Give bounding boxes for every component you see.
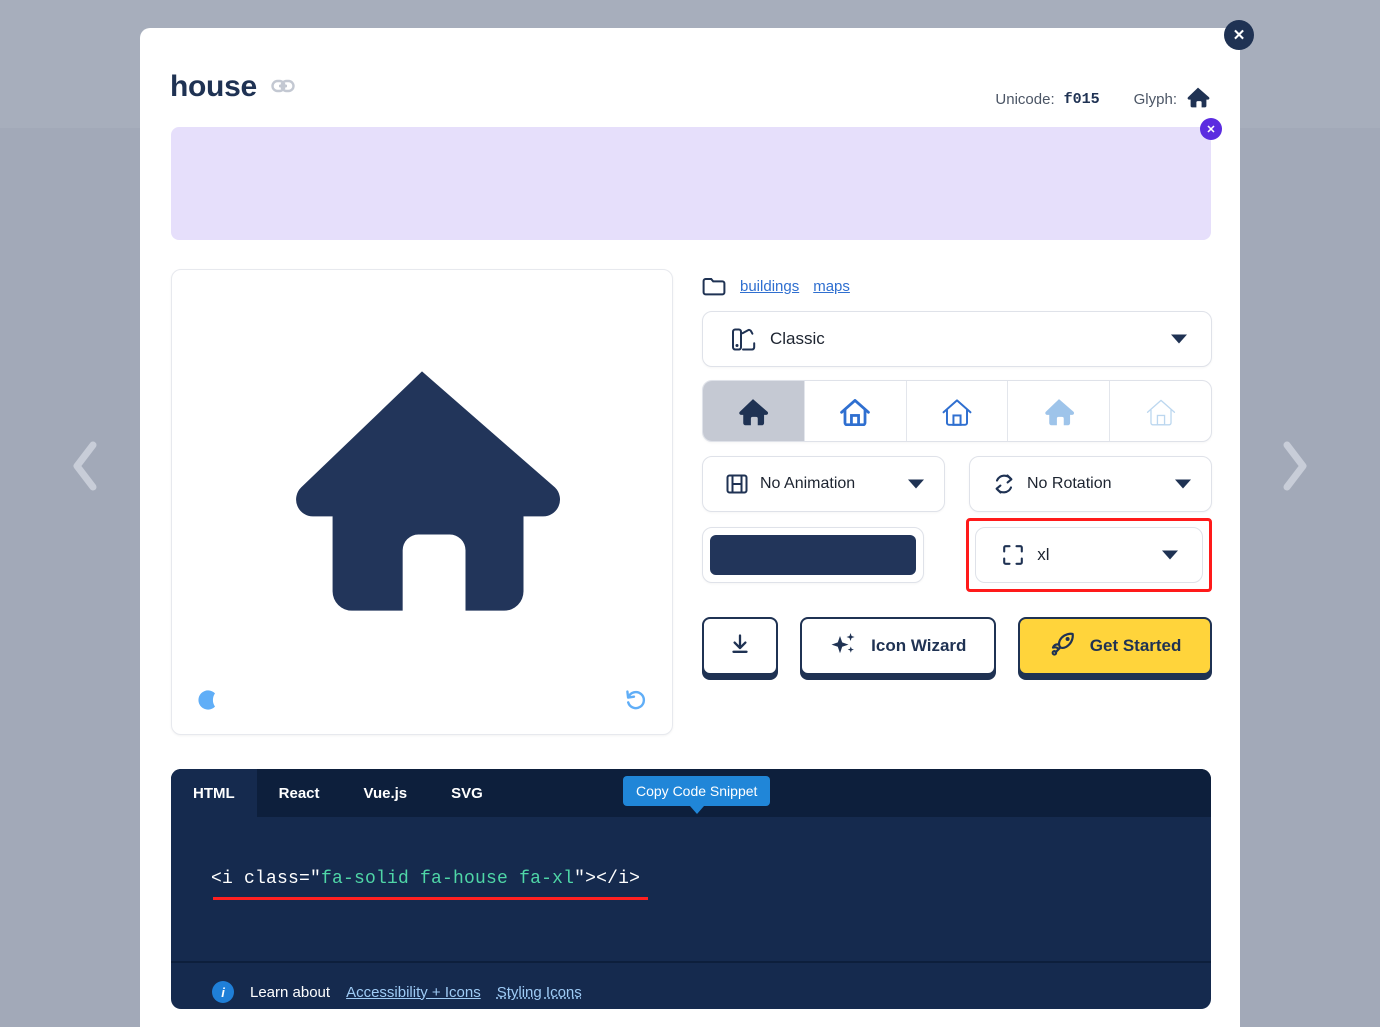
unicode-label: Unicode: — [995, 90, 1055, 108]
next-icon-button[interactable] — [1272, 430, 1316, 502]
close-icon: ✕ — [1206, 123, 1216, 136]
film-icon — [725, 472, 749, 496]
category-link-buildings[interactable]: buildings — [740, 278, 799, 295]
code-prefix: <i class=" — [211, 869, 322, 889]
rotation-value: No Rotation — [1027, 475, 1112, 492]
rocket-icon — [1049, 630, 1077, 663]
icon-detail-modal: house Unicode: f015 Glyph: ✕ buildings m… — [140, 28, 1240, 1027]
category-list: buildings maps — [702, 269, 1212, 303]
learn-about-label: Learn about — [250, 983, 331, 1001]
style-family-select[interactable]: Classic — [702, 311, 1212, 367]
copy-code-snippet-button[interactable]: Copy Code Snippet — [623, 776, 771, 814]
style-family-value: Classic — [770, 329, 825, 348]
tab-react[interactable]: React — [257, 769, 342, 817]
code-footer: i Learn about Accessibility + Icons Styl… — [212, 981, 582, 1003]
unicode-value: f015 — [1063, 90, 1100, 108]
code-suffix: "></i> — [574, 869, 641, 889]
animation-value: No Animation — [760, 475, 856, 492]
code-classes: fa-solid fa-house fa-xl — [321, 869, 575, 889]
info-icon: i — [212, 981, 234, 1003]
page-title: house — [170, 70, 257, 103]
chevron-left-icon — [69, 439, 99, 493]
style-variant-solid[interactable] — [703, 381, 805, 441]
modal-header: house Unicode: f015 Glyph: — [170, 70, 1210, 130]
size-select-highlight: xl — [966, 518, 1212, 592]
icon-preview-card — [171, 269, 673, 735]
category-link-maps[interactable]: maps — [813, 278, 850, 295]
code-panel: HTML React Vue.js SVG Copy Code Snippet … — [171, 769, 1211, 1009]
get-started-label: Get Started — [1089, 636, 1182, 655]
style-variant-regular[interactable] — [805, 381, 907, 441]
style-variant-light[interactable] — [907, 381, 1009, 441]
code-snippet-line[interactable]: <i class="fa-solid fa-house fa-xl"></i> — [211, 869, 649, 900]
folder-icon — [702, 277, 726, 296]
dark-mode-toggle[interactable] — [194, 688, 222, 716]
size-value: xl — [1037, 545, 1050, 564]
expand-icon — [1002, 544, 1024, 566]
tab-html[interactable]: HTML — [171, 769, 257, 817]
glyph-label: Glyph: — [1133, 90, 1177, 108]
app-root: ✕ house Unicode: f015 Glyph: ✕ buildings… — [0, 0, 1380, 1027]
promo-banner — [171, 127, 1211, 240]
code-underline-highlight — [213, 897, 649, 900]
accessibility-icons-link[interactable]: Accessibility + Icons — [346, 984, 481, 1001]
preview-house-icon — [172, 340, 672, 630]
chevron-right-icon — [1279, 439, 1309, 493]
reset-button[interactable] — [622, 688, 650, 716]
chevron-down-icon — [908, 479, 924, 489]
get-started-button[interactable]: Get Started — [1018, 617, 1212, 675]
download-button[interactable] — [702, 617, 779, 675]
close-modal-button[interactable]: ✕ — [1224, 20, 1254, 50]
size-select[interactable]: xl — [975, 527, 1203, 583]
code-tabs: HTML React Vue.js SVG Copy Code Snippet — [171, 769, 1211, 817]
color-swatch — [710, 535, 917, 575]
close-banner-button[interactable]: ✕ — [1200, 118, 1222, 140]
prev-icon-button[interactable] — [62, 430, 106, 502]
code-snippet: <i class="fa-solid fa-house fa-xl"></i> — [171, 817, 1211, 900]
sparkles-icon — [830, 630, 858, 663]
chevron-down-icon — [1171, 334, 1187, 344]
icon-wizard-label: Icon Wizard — [871, 636, 967, 655]
rotate-icon — [992, 472, 1016, 496]
icon-metadata: Unicode: f015 Glyph: — [995, 86, 1210, 112]
styling-icons-link[interactable]: Styling Icons — [497, 984, 582, 1001]
animation-select[interactable]: No Animation — [702, 456, 945, 512]
rotate-left-icon — [624, 688, 648, 717]
icon-options-panel: buildings maps Classic No Animation No R… — [702, 269, 1212, 675]
link-icon[interactable] — [271, 78, 295, 99]
tab-vuejs[interactable]: Vue.js — [342, 769, 430, 817]
chevron-down-icon — [1175, 479, 1191, 489]
tab-svg[interactable]: SVG — [429, 769, 505, 817]
rotation-select[interactable]: No Rotation — [969, 456, 1212, 512]
moon-icon — [197, 688, 219, 717]
house-icon — [1186, 86, 1210, 112]
icon-wizard-button[interactable]: Icon Wizard — [800, 617, 997, 675]
download-icon — [728, 632, 752, 661]
palette-icon — [731, 327, 756, 352]
style-variant-thin[interactable] — [1110, 381, 1211, 441]
color-picker-button[interactable] — [702, 527, 925, 583]
divider — [171, 961, 1211, 963]
style-variant-group — [702, 380, 1212, 442]
chevron-down-icon — [1162, 550, 1178, 560]
close-icon: ✕ — [1232, 27, 1246, 44]
style-variant-duotone[interactable] — [1008, 381, 1111, 441]
